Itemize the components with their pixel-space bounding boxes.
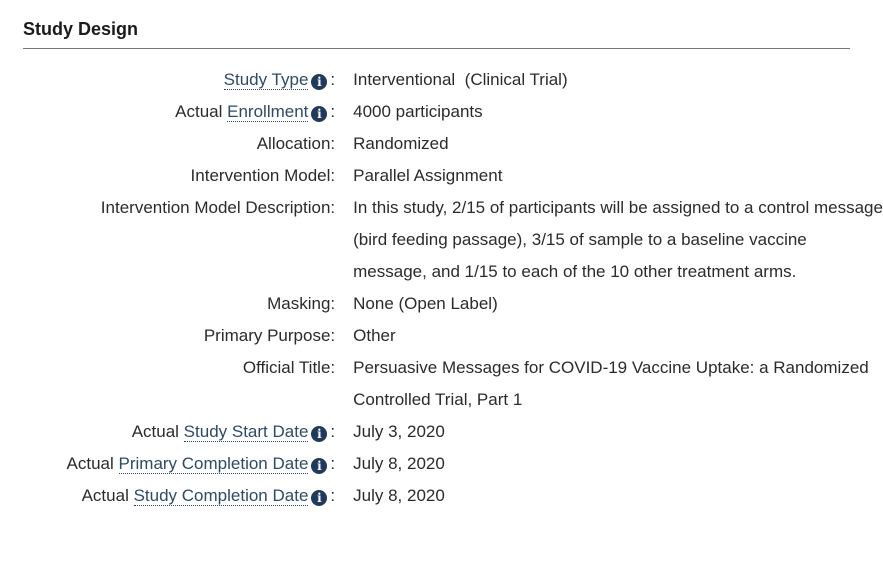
table-row-primary-purpose: Primary Purpose: Other xyxy=(0,320,883,352)
table-row-intervention-model-description: Intervention Model Description: In this … xyxy=(0,192,883,288)
table-row-primary-completion-date: Actual Primary Completion Date i: July 8,… xyxy=(0,448,883,480)
label-colon: : xyxy=(330,70,336,89)
primary-completion-date-link[interactable]: Primary Completion Date xyxy=(118,454,309,474)
primary-purpose-value: Other xyxy=(353,326,396,345)
table-row-enrollment: Actual Enrollment i: 4000 participants xyxy=(0,96,883,128)
info-icon[interactable]: i xyxy=(311,106,328,122)
label-colon: : xyxy=(330,102,336,121)
label-prefix: Actual xyxy=(81,486,134,505)
study-type-link[interactable]: Study Type xyxy=(223,70,309,90)
table-row-allocation: Allocation: Randomized xyxy=(0,128,883,160)
enrollment-link[interactable]: Enrollment xyxy=(227,102,309,122)
masking-label: Masking: xyxy=(267,294,336,313)
row-label: Actual Enrollment i: xyxy=(0,96,335,128)
primary-completion-date-value: July 8, 2020 xyxy=(353,454,445,473)
row-label: Study Type i: xyxy=(0,64,335,96)
masking-value: None (Open Label) xyxy=(353,294,498,313)
intervention-model-value: Parallel Assignment xyxy=(353,166,503,185)
section-title: Study Design xyxy=(23,17,850,49)
official-title-label: Official Title: xyxy=(242,358,336,377)
table-row-study-start-date: Actual Study Start Date i: July 3, 2020 xyxy=(0,416,883,448)
study-start-date-value: July 3, 2020 xyxy=(353,422,445,441)
intervention-model-description-value: In this study, 2/15 of participants will… xyxy=(353,198,883,281)
allocation-label: Allocation: xyxy=(256,134,336,153)
intervention-model-label: Intervention Model: xyxy=(190,166,336,185)
official-title-value: Persuasive Messages for COVID-19 Vaccine… xyxy=(353,358,874,409)
info-icon[interactable]: i xyxy=(311,458,328,474)
table-row-study-type: Study Type i: Interventional (Clinical Tr… xyxy=(0,64,883,96)
label-prefix: Actual xyxy=(175,102,228,121)
enrollment-value: 4000 participants xyxy=(353,102,483,121)
table-row-official-title: Official Title: Persuasive Messages for … xyxy=(0,352,883,416)
info-icon[interactable]: i xyxy=(311,426,328,442)
table-row-intervention-model: Intervention Model: Parallel Assignment xyxy=(0,160,883,192)
table-row-study-completion-date: Actual Study Completion Date i: July 8, 2… xyxy=(0,480,883,512)
primary-purpose-label: Primary Purpose: xyxy=(203,326,336,345)
study-design-section: Study Design xyxy=(23,17,850,49)
info-icon[interactable]: i xyxy=(311,74,328,90)
study-type-value: Interventional (Clinical Trial) xyxy=(353,70,568,89)
allocation-value: Randomized xyxy=(353,134,449,153)
info-icon[interactable]: i xyxy=(311,490,328,506)
intervention-model-description-label: Intervention Model Description: xyxy=(100,198,336,217)
row-label: Actual Study Completion Date i: xyxy=(0,480,335,512)
label-prefix: Actual xyxy=(131,422,184,441)
row-label: Actual Study Start Date i: xyxy=(0,416,335,448)
label-colon: : xyxy=(330,422,336,441)
table-row-masking: Masking: None (Open Label) xyxy=(0,288,883,320)
study-start-date-link[interactable]: Study Start Date xyxy=(183,422,309,442)
study-design-table: Study Type i: Interventional (Clinical Tr… xyxy=(0,64,883,512)
study-completion-date-value: July 8, 2020 xyxy=(353,486,445,505)
label-colon: : xyxy=(330,486,336,505)
label-prefix: Actual xyxy=(66,454,119,473)
label-colon: : xyxy=(330,454,336,473)
study-completion-date-link[interactable]: Study Completion Date xyxy=(133,486,309,506)
row-label: Actual Primary Completion Date i: xyxy=(0,448,335,480)
